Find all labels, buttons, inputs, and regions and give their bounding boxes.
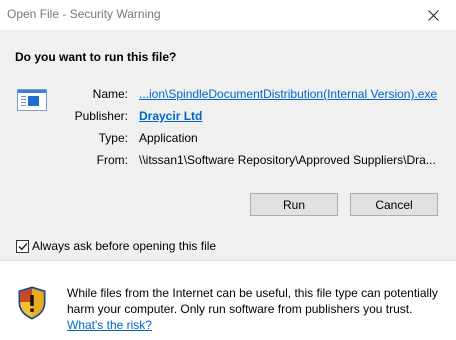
type-label: Type: xyxy=(98,131,128,145)
run-button[interactable]: Run xyxy=(250,193,338,216)
whats-the-risk-link[interactable]: What's the risk? xyxy=(67,318,152,332)
title-bar: Open File - Security Warning xyxy=(0,0,456,30)
checkmark-icon xyxy=(18,242,28,250)
close-icon xyxy=(427,9,439,21)
name-label: Name: xyxy=(92,87,128,101)
security-shield-icon xyxy=(18,286,46,320)
always-ask-row: Always ask before opening this file xyxy=(16,239,216,253)
dialog-question: Do you want to run this file? xyxy=(15,50,177,64)
dialog-body: Do you want to run this file? Name: ...i… xyxy=(0,30,456,260)
from-value: \\itssan1\Software Repository\Approved S… xyxy=(139,153,436,167)
close-button[interactable] xyxy=(410,0,456,30)
always-ask-checkbox[interactable] xyxy=(16,239,29,253)
warning-text: While files from the Internet can be use… xyxy=(67,286,438,316)
window-title: Open File - Security Warning xyxy=(7,7,161,21)
warning-panel: While files from the Internet can be use… xyxy=(0,261,456,340)
from-label: From: xyxy=(96,153,128,167)
type-value: Application xyxy=(139,131,198,145)
always-ask-label[interactable]: Always ask before opening this file xyxy=(32,239,216,253)
cancel-button[interactable]: Cancel xyxy=(350,193,438,216)
publisher-link[interactable]: Draycir Ltd xyxy=(139,109,202,123)
file-name-link[interactable]: ...ion\SpindleDocumentDistribution(Inter… xyxy=(139,87,437,101)
publisher-label: Publisher: xyxy=(74,109,128,123)
warning-message: While files from the Internet can be use… xyxy=(67,285,447,333)
